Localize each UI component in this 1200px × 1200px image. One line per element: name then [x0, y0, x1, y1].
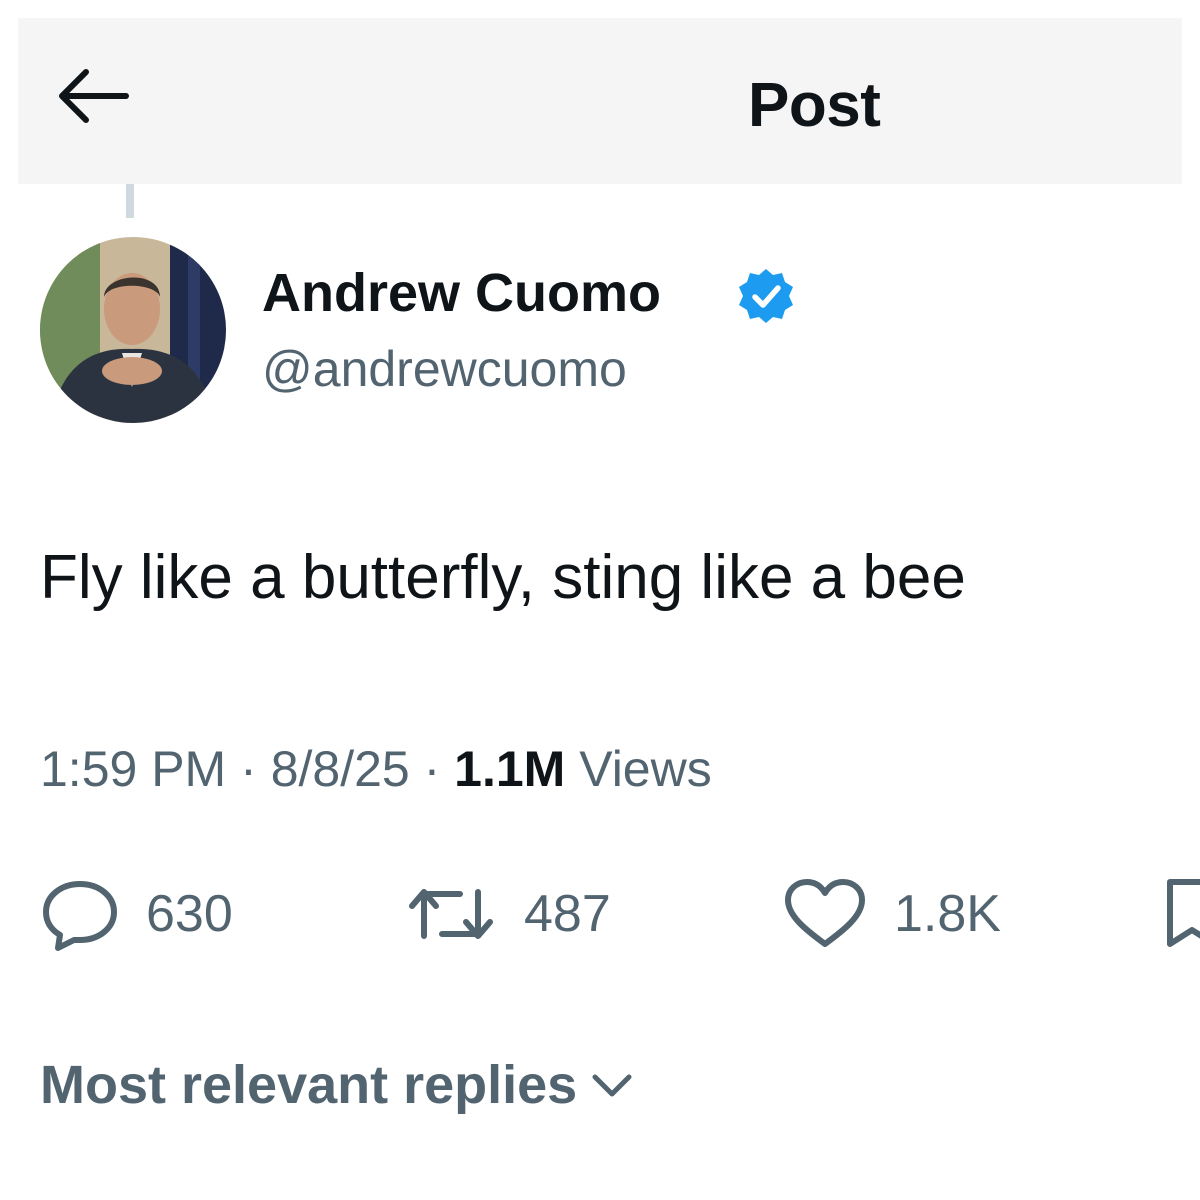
top-app-bar: Post: [18, 18, 1182, 184]
page-title: Post: [748, 71, 881, 140]
post-meta: 1:59 PM · 8/8/25 · 1.1M Views: [40, 740, 712, 798]
views-label: Views: [579, 741, 712, 797]
chevron-down-icon: [592, 1074, 632, 1097]
views-count[interactable]: 1.1M: [454, 741, 565, 797]
author-name[interactable]: Andrew Cuomo: [262, 262, 661, 324]
arrow-left-icon: [59, 69, 129, 123]
post-time[interactable]: 1:59 PM: [40, 741, 226, 797]
repost-count: 487: [524, 885, 611, 943]
meta-separator: ·: [240, 741, 257, 797]
post-date[interactable]: 8/8/25: [271, 741, 410, 797]
reply-button[interactable]: 630: [40, 876, 233, 952]
repost-button[interactable]: 487: [404, 876, 611, 952]
repost-icon: [409, 889, 493, 939]
avatar[interactable]: [40, 237, 226, 423]
avatar-photo: [40, 237, 226, 423]
author-handle[interactable]: @andrewcuomo: [262, 340, 627, 398]
reply-count: 630: [146, 885, 233, 943]
like-button[interactable]: 1.8K: [782, 876, 1001, 952]
verified-badge-icon: [739, 269, 793, 323]
thread-connector-line: [126, 184, 134, 218]
post-text: Fly like a butterfly, sting like a bee: [40, 543, 966, 612]
bookmark-icon: [1167, 879, 1200, 947]
meta-separator: ·: [423, 741, 441, 797]
replies-sort-label: Most relevant replies: [40, 1055, 578, 1115]
reply-icon: [43, 881, 117, 951]
bookmark-button[interactable]: [1164, 876, 1200, 952]
back-button[interactable]: [52, 66, 132, 126]
like-count: 1.8K: [894, 885, 1001, 943]
replies-sort-dropdown[interactable]: Most relevant replies: [40, 1054, 635, 1116]
heart-icon: [785, 879, 865, 947]
